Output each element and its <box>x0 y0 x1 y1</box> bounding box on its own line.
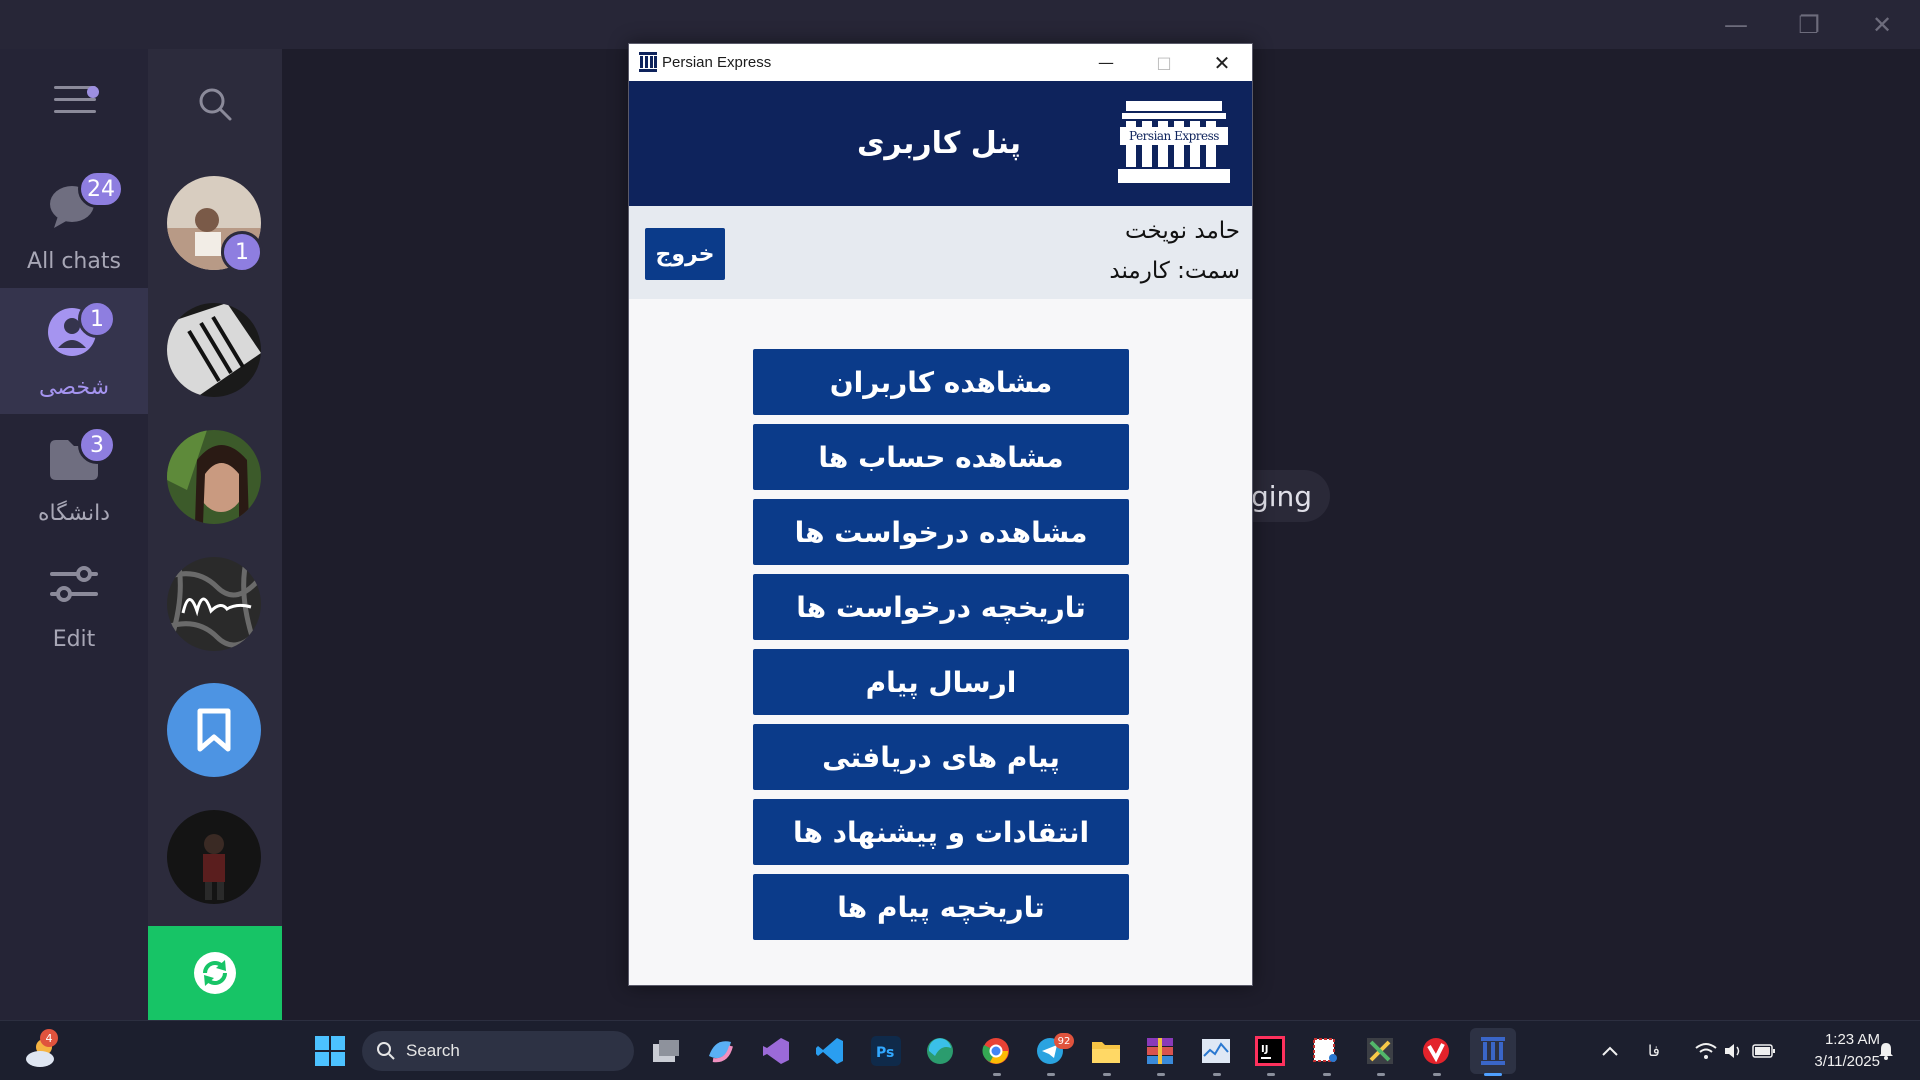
panel-header: پنل کاربری Persian Express <box>629 81 1252 206</box>
saved-messages-button[interactable] <box>167 683 261 777</box>
search-placeholder: Search <box>406 1041 460 1060</box>
intellij-icon[interactable]: IJ <box>1250 1031 1290 1071</box>
telegram-minimize-icon[interactable]: — <box>1700 0 1772 49</box>
view-users-button[interactable]: مشاهده کاربران <box>753 349 1129 415</box>
vivaldi-icon[interactable] <box>1416 1031 1456 1071</box>
unread-badge: 1 <box>221 231 263 273</box>
start-icon[interactable] <box>310 1031 350 1071</box>
persian-express-window: Persian Express — □ ✕ پنل کاربری Persian… <box>628 43 1253 986</box>
persian-express-logo: Persian Express <box>1118 101 1230 183</box>
snipping-tool-icon[interactable] <box>1306 1031 1346 1071</box>
folder-label: Edit <box>52 627 96 652</box>
running-indicator <box>1323 1073 1331 1076</box>
refresh-icon <box>194 952 236 994</box>
bookmark-icon <box>197 708 231 752</box>
view-requests-button[interactable]: مشاهده درخواست ها <box>753 499 1129 565</box>
request-history-button[interactable]: تاریخچه درخواست ها <box>753 574 1129 640</box>
folder-label: All chats <box>27 249 121 274</box>
folder-university[interactable]: 3 دانشگاه <box>0 414 148 540</box>
send-message-button[interactable]: ارسال پیام <box>753 649 1129 715</box>
running-indicator <box>1267 1073 1275 1076</box>
window-titlebar: Persian Express — □ ✕ <box>629 44 1252 81</box>
photoshop-icon[interactable]: Ps <box>866 1031 906 1071</box>
search-icon[interactable] <box>197 86 233 122</box>
copilot-icon[interactable] <box>700 1031 740 1071</box>
taskbar: 4 Search Ps 92 IJ فا 1:23 AM 3/11/2025 <box>0 1020 1920 1080</box>
battery-icon[interactable] <box>1744 1031 1784 1071</box>
vscode-icon[interactable] <box>810 1031 850 1071</box>
view-accounts-button[interactable]: مشاهده حساب ها <box>753 424 1129 490</box>
running-indicator <box>993 1073 1001 1076</box>
visual-studio-icon[interactable] <box>756 1031 796 1071</box>
chat-avatar[interactable] <box>167 810 261 904</box>
folder-personal[interactable]: 1 شخصی <box>0 288 148 414</box>
chat-avatar[interactable] <box>167 557 261 651</box>
app-icon <box>639 52 657 72</box>
folder-badge: 1 <box>78 300 116 338</box>
winrar-icon[interactable] <box>1140 1031 1180 1071</box>
running-indicator <box>1377 1073 1385 1076</box>
running-indicator <box>1047 1073 1055 1076</box>
running-indicator <box>1157 1073 1165 1076</box>
chevron-up-icon[interactable] <box>1590 1031 1630 1071</box>
window-title: Persian Express <box>662 54 772 71</box>
feedback-button[interactable]: انتقادات و پیشنهاد ها <box>753 799 1129 865</box>
python-tools-icon[interactable] <box>1360 1031 1400 1071</box>
chrome-icon[interactable] <box>976 1031 1016 1071</box>
task-view-icon[interactable] <box>646 1031 686 1071</box>
notifications-icon[interactable] <box>1866 1031 1906 1071</box>
svg-text:Ps: Ps <box>876 1045 894 1061</box>
persian-express-taskbar-icon[interactable] <box>1470 1028 1516 1074</box>
close-icon[interactable]: ✕ <box>1193 44 1251 81</box>
telegram-restore-icon[interactable]: ❐ <box>1773 0 1845 49</box>
running-indicator <box>1103 1073 1111 1076</box>
running-indicator <box>1213 1073 1221 1076</box>
maximize-icon[interactable]: □ <box>1135 44 1193 81</box>
folder-all-chats[interactable]: 24 All chats <box>0 162 148 288</box>
input-language[interactable]: فا <box>1648 1031 1660 1071</box>
file-explorer-icon[interactable] <box>1086 1031 1126 1071</box>
notification-dot <box>87 86 99 98</box>
folder-badge: 3 <box>78 426 116 464</box>
logout-button[interactable]: خروج <box>645 228 725 280</box>
weather-badge: 4 <box>40 1029 58 1047</box>
folder-label: شخصی <box>38 375 110 400</box>
minimize-icon[interactable]: — <box>1077 44 1135 81</box>
task-manager-icon[interactable] <box>1196 1031 1236 1071</box>
received-messages-button[interactable]: پیام های دریافتی <box>753 724 1129 790</box>
search-icon <box>377 1042 395 1060</box>
active-window-indicator <box>1484 1073 1502 1076</box>
telegram-badge: 92 <box>1054 1033 1074 1049</box>
running-indicator <box>1433 1073 1441 1076</box>
svg-text:IJ: IJ <box>1261 1044 1268 1055</box>
telegram-titlebar: — ❐ ✕ <box>0 0 1920 49</box>
chat-avatar[interactable] <box>167 430 261 524</box>
message-history-button[interactable]: تاریخچه پیام ها <box>753 874 1129 940</box>
taskbar-search-box[interactable]: Search <box>362 1031 634 1071</box>
folder-label: دانشگاه <box>37 501 111 526</box>
edge-icon[interactable] <box>920 1031 960 1071</box>
folder-edit[interactable]: Edit <box>0 540 148 666</box>
user-role: سمت: کارمند <box>1109 258 1240 284</box>
logo-text: Persian Express <box>1129 129 1219 143</box>
sliders-icon <box>50 566 98 602</box>
telegram-close-icon[interactable]: ✕ <box>1846 0 1918 49</box>
panel-title: پنل کاربری <box>856 126 1022 161</box>
update-telegram-button[interactable] <box>148 926 282 1020</box>
chat-avatar[interactable] <box>167 303 261 397</box>
folder-badge: 24 <box>78 170 124 208</box>
user-name: حامد نویخت <box>1124 218 1240 244</box>
